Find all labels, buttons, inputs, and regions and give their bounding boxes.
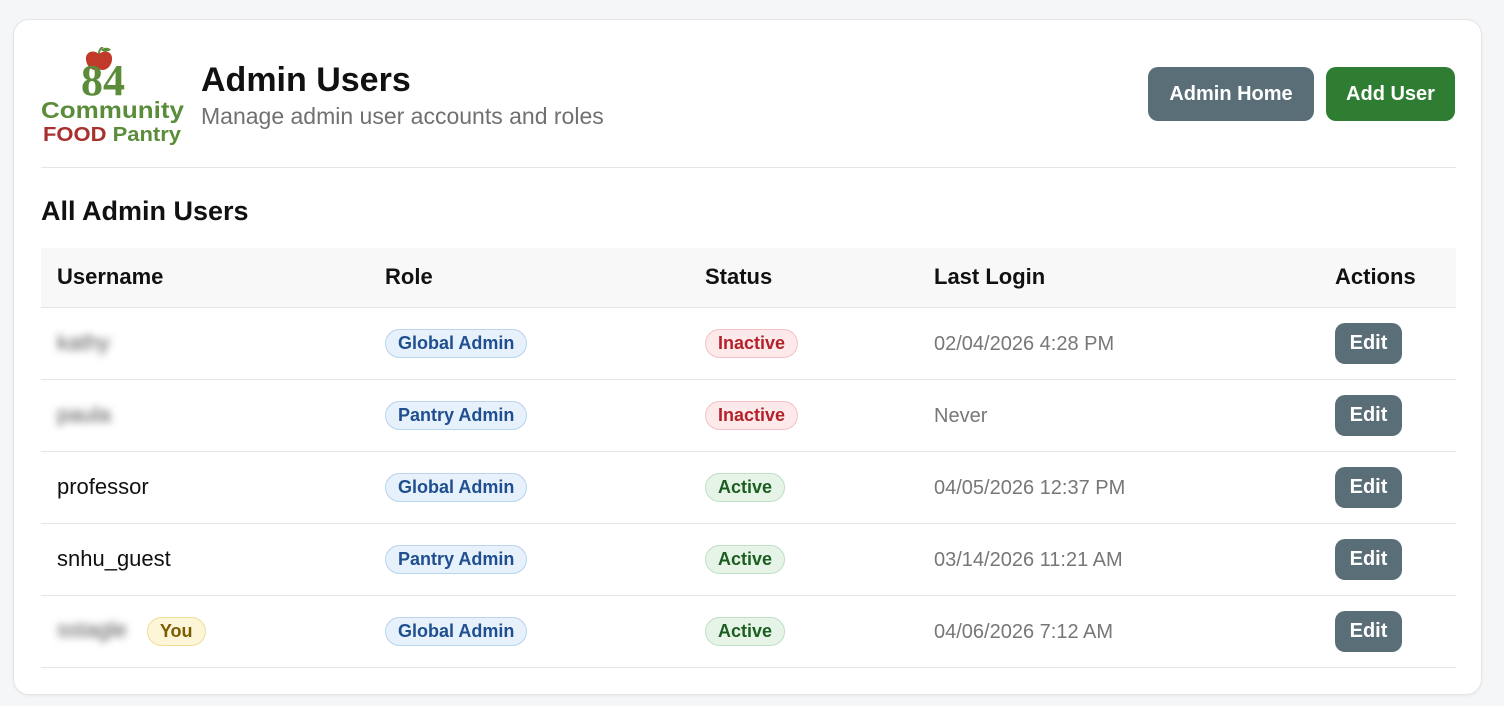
username: sstagle: [57, 616, 127, 642]
actions-cell: Edit: [1319, 451, 1456, 524]
username-cell: kathy: [41, 307, 369, 380]
last-login: 04/06/2026 7:12 AM: [934, 621, 1114, 643]
table-row: professor Global Admin Active 04/05/2026…: [41, 451, 1456, 524]
table-row: snhu_guest Pantry Admin Active 03/14/202…: [41, 523, 1456, 596]
last-login-cell: 02/04/2026 4:28 PM: [918, 307, 1319, 380]
community-food-pantry-logo: 84 Community FOOD Pantry: [41, 47, 184, 145]
status-badge: Active: [705, 472, 786, 502]
table-row: sstagle You Global Admin Active 04/06/20…: [41, 595, 1456, 668]
you-badge: You: [146, 616, 206, 646]
last-login: 03/14/2026 11:21 AM: [934, 549, 1123, 571]
role-badge: Global Admin: [385, 616, 528, 646]
role-badge: Global Admin: [385, 328, 528, 358]
username-cell: snhu_guest: [41, 523, 369, 596]
column-header-status: Status: [689, 248, 918, 308]
username-cell: professor: [41, 451, 369, 524]
last-login: 04/05/2026 12:37 PM: [934, 477, 1126, 499]
logo-line2: FOOD Pantry: [43, 124, 182, 145]
username: paula: [57, 402, 111, 427]
role-cell: Pantry Admin: [369, 379, 689, 452]
page-header: 84 Community FOOD Pantry Admin Users Man…: [41, 44, 1456, 168]
column-header-role: Role: [369, 248, 689, 308]
edit-button[interactable]: Edit: [1335, 538, 1402, 580]
role-cell: Global Admin: [369, 307, 689, 380]
add-user-button[interactable]: Add User: [1326, 67, 1455, 121]
username: kathy: [57, 330, 110, 355]
status-badge: Inactive: [705, 328, 799, 358]
username-cell: sstagle You: [41, 595, 369, 668]
last-login-cell: 04/05/2026 12:37 PM: [918, 451, 1319, 524]
actions-cell: Edit: [1319, 307, 1456, 380]
status-badge: Inactive: [705, 400, 799, 430]
last-login-cell: Never: [918, 379, 1319, 452]
actions-cell: Edit: [1319, 379, 1456, 452]
table-header: Username Role Status Last Login Actions: [41, 248, 1456, 308]
last-login-cell: 03/14/2026 11:21 AM: [918, 523, 1319, 596]
page-title: Admin Users: [201, 61, 411, 99]
last-login-cell: 04/06/2026 7:12 AM: [918, 595, 1319, 668]
role-badge: Global Admin: [385, 472, 528, 502]
edit-button[interactable]: Edit: [1335, 394, 1402, 436]
role-badge: Pantry Admin: [385, 544, 528, 574]
role-cell: Global Admin: [369, 451, 689, 524]
table-row: paula Pantry Admin Inactive Never Edit: [41, 379, 1456, 452]
status-badge: Active: [705, 616, 786, 646]
role-cell: Pantry Admin: [369, 523, 689, 596]
admin-users-card: 84 Community FOOD Pantry Admin Users Man…: [13, 19, 1482, 695]
last-login: 02/04/2026 4:28 PM: [934, 333, 1115, 355]
column-header-username: Username: [41, 248, 369, 308]
status-badge: Active: [705, 544, 786, 574]
username: snhu_guest: [57, 546, 171, 571]
table-row: kathy Global Admin Inactive 02/04/2026 4…: [41, 307, 1456, 380]
column-header-actions: Actions: [1319, 248, 1456, 308]
column-header-last-login: Last Login: [918, 248, 1319, 308]
actions-cell: Edit: [1319, 523, 1456, 596]
admin-users-table: Username Role Status Last Login Actions …: [41, 248, 1456, 668]
admin-home-button[interactable]: Admin Home: [1148, 67, 1314, 121]
status-cell: Active: [689, 523, 918, 596]
table-body: kathy Global Admin Inactive 02/04/2026 4…: [41, 307, 1456, 668]
role-badge: Pantry Admin: [385, 400, 528, 430]
status-cell: Active: [689, 595, 918, 668]
section-title: All Admin Users: [41, 196, 249, 226]
username-cell: paula: [41, 379, 369, 452]
logo-pantry: Pantry: [113, 124, 182, 145]
last-login: Never: [934, 405, 988, 427]
edit-button[interactable]: Edit: [1335, 466, 1402, 508]
edit-button[interactable]: Edit: [1335, 322, 1402, 364]
edit-button[interactable]: Edit: [1335, 610, 1402, 652]
actions-cell: Edit: [1319, 595, 1456, 668]
page-subtitle: Manage admin user accounts and roles: [201, 103, 604, 129]
username: professor: [57, 474, 149, 499]
logo-line1: Community: [41, 97, 184, 123]
logo-food: FOOD: [43, 124, 106, 145]
table-header-row: Username Role Status Last Login Actions: [41, 248, 1456, 308]
role-cell: Global Admin: [369, 595, 689, 668]
status-cell: Inactive: [689, 307, 918, 380]
status-cell: Inactive: [689, 379, 918, 452]
status-cell: Active: [689, 451, 918, 524]
